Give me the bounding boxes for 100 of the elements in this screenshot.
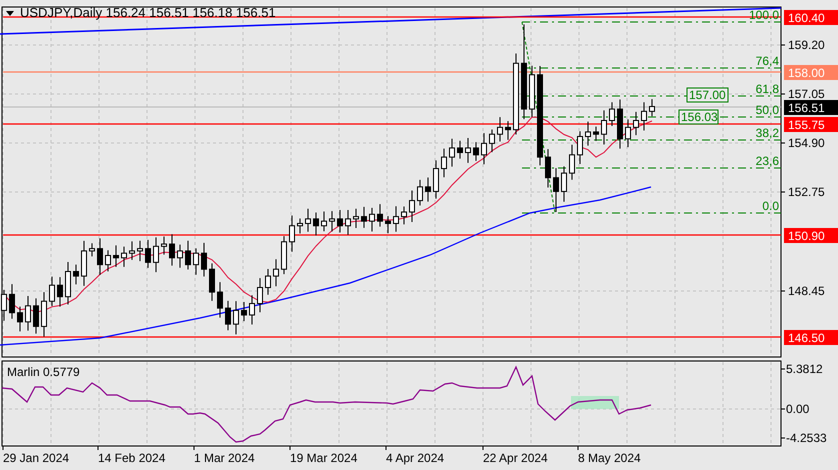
candlestick [281,236,287,275]
dropdown-triangle-icon[interactable] [6,11,14,16]
candlestick [89,242,95,257]
candlestick [633,111,639,136]
price-label: 160.40 [784,10,838,25]
candlestick [209,262,215,302]
candlestick [561,166,567,202]
candlestick [105,250,111,272]
candlestick [601,110,607,145]
candlestick [377,204,383,228]
candlestick [305,208,311,232]
price-label: 158.00 [784,65,838,80]
indicator-axis-label: -4.2533 [786,431,827,445]
price-label: 155.75 [784,117,838,132]
candlestick [121,246,127,268]
date-axis-label: 29 Jan 2024 [3,451,70,465]
candlestick [201,242,207,277]
candlestick [425,176,431,202]
price-axis-label: 157.05 [788,87,825,101]
candlestick [177,244,183,268]
date-axis-label: 8 May 2024 [578,451,641,465]
candlestick [225,300,231,331]
candlestick [473,142,479,162]
candlestick [113,244,119,268]
fibonacci-level-label: 76,4 [756,54,779,68]
candlestick [185,240,191,270]
fibonacci-level-label: 23,6 [756,154,779,168]
candlestick [321,210,327,232]
candlestick [217,282,223,318]
candlestick [25,295,31,332]
fibonacci-level-label: 0.0 [762,199,779,213]
candlestick [641,102,647,131]
candlestick [169,234,175,266]
indicator-axis-label: 0.00 [786,402,810,416]
chart-title: USDJPY,Daily 156.24 156.51 156.18 156.51 [20,5,276,20]
candlestick [65,262,71,305]
candlestick [449,138,455,168]
date-axis-label: 22 Apr 2024 [483,451,548,465]
candlestick [529,65,535,118]
date-axis-label: 4 Apr 2024 [386,451,444,465]
indicator-axis-label: 5.3812 [786,362,823,376]
price-axis-label: 159.20 [788,38,825,52]
candlestick [401,206,407,225]
candlestick [345,210,351,236]
price-axis-label: 148.45 [788,284,825,298]
candlestick [17,306,23,332]
candlestick [465,138,471,164]
candlestick [129,240,135,260]
candlestick [361,206,367,228]
date-axis-label: 19 Mar 2024 [290,451,358,465]
fibonacci-level-label: 61,8 [756,82,779,96]
candlestick [9,284,15,320]
price-axis-label: 154.90 [788,136,825,150]
date-axis-label: 14 Feb 2024 [98,451,166,465]
candlestick [257,278,263,313]
candlestick [81,240,87,286]
candlestick [489,129,495,153]
candlestick [97,238,103,276]
price-label: 150.90 [784,228,838,243]
candlestick [273,258,279,287]
candlestick [441,148,447,178]
candlestick [49,276,55,307]
current-price-label: 156.51 [784,100,838,115]
candlestick [393,206,399,232]
candlestick [193,248,199,276]
date-axis-label: 1 Mar 2024 [194,451,255,465]
candlestick [73,264,79,285]
candlestick [33,298,39,334]
candlestick [577,130,583,164]
candlestick [265,268,271,296]
candlestick [233,300,239,335]
candlestick [481,132,487,165]
price-box-label: 156.03 [678,110,718,124]
candlestick [457,140,463,160]
candlestick [569,144,575,180]
candlestick [1,289,7,322]
candlestick [353,208,359,229]
candlestick [289,214,295,252]
candlestick [609,102,615,126]
candlestick [545,148,551,188]
candlestick [153,236,159,273]
candlestick [417,179,423,206]
candlestick [337,210,343,233]
candlestick [409,190,415,223]
candlestick [145,239,151,268]
candlestick [593,126,599,142]
candlestick [617,99,623,150]
candlestick [249,294,255,325]
candlestick [553,168,559,213]
candlestick [241,302,247,322]
candlestick [161,236,167,256]
price-label: 146.50 [784,330,838,345]
price-axis-label: 152.75 [788,185,825,199]
candlestick [369,207,375,232]
candlestick [137,240,143,262]
candlestick [297,218,303,234]
candlestick [497,116,503,142]
candlestick [433,160,439,200]
highlight-zone [571,396,619,409]
candlestick [505,120,511,140]
